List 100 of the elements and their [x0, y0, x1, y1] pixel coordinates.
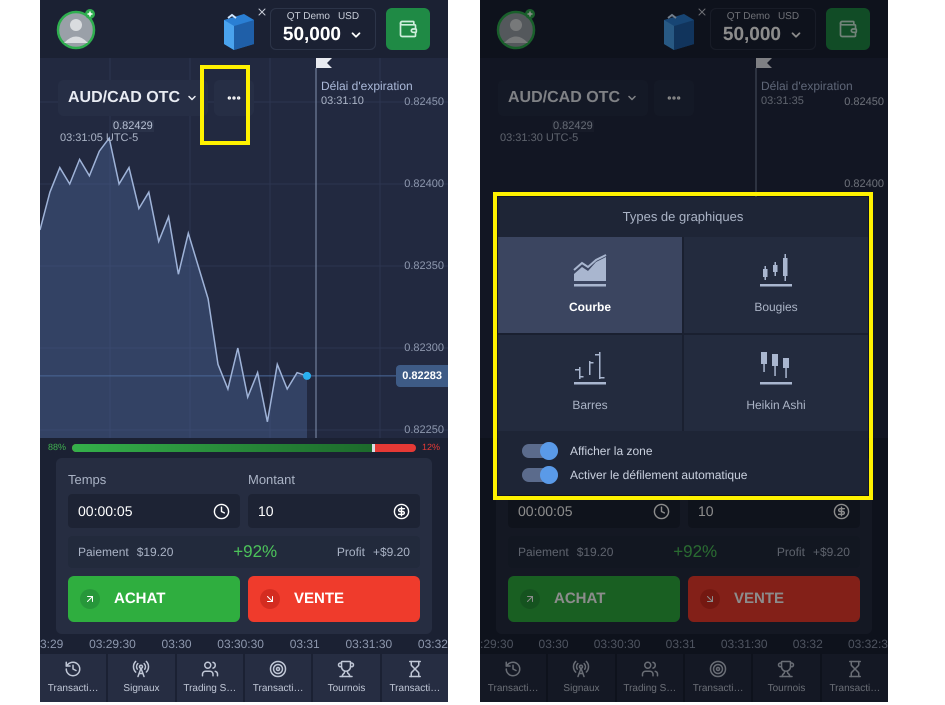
target-icon — [709, 660, 728, 678]
asset-selector[interactable]: AUD/CAD OTC — [58, 80, 208, 116]
crosshair-price: 0.82429 — [112, 120, 154, 132]
trophy-icon — [777, 660, 796, 678]
balance-selector[interactable]: QT Demo USD 50,000 — [270, 8, 376, 50]
price-axis-label: 0.82250 — [404, 423, 444, 437]
wallet-icon — [398, 19, 418, 39]
time-axis-label: :29:30 — [480, 636, 514, 653]
payout-amount: $19.20 — [576, 544, 614, 561]
arrow-down-right-icon — [260, 589, 280, 609]
balance-selector[interactable]: QT Demo USD 50,000 — [710, 8, 816, 50]
dollar-icon[interactable] — [393, 502, 410, 520]
nav-tab[interactable]: Trading S… — [176, 654, 243, 702]
account-label: QT Demo — [726, 11, 770, 23]
chart-type-option[interactable]: Barres — [498, 335, 682, 431]
balance-amount: 50,000 — [282, 23, 341, 47]
time-axis-label: 03:31 — [666, 636, 696, 653]
more-button[interactable] — [214, 80, 254, 116]
expiration-label: Délai d'expiration — [761, 79, 853, 94]
nav-tab[interactable]: Signaux — [108, 654, 175, 702]
balance-amount: 50,000 — [722, 23, 781, 47]
close-icon[interactable] — [256, 6, 268, 18]
trophy-icon — [337, 660, 356, 678]
time-axis-label: 03:32 — [792, 636, 823, 653]
time-axis-label: 03:31 — [290, 636, 320, 653]
antenna-icon — [572, 660, 590, 678]
arrow-down-right-icon — [700, 589, 720, 609]
nav-tab[interactable]: Transacti… — [685, 654, 752, 702]
crosshair-price: 0.82429 — [552, 120, 594, 132]
crosshair-time: 03:31:30 UTC-5 — [500, 132, 578, 145]
clock-icon[interactable] — [213, 502, 230, 520]
toggle-switch[interactable] — [522, 466, 558, 484]
account-label: QT Demo — [286, 11, 330, 23]
nav-tab[interactable]: Transacti… — [480, 654, 546, 702]
chart-type-option[interactable]: Bougies — [684, 237, 868, 333]
users-icon — [200, 660, 219, 678]
time-axis-label: 03:32:3 — [848, 636, 888, 653]
time-axis-label: 03:30:30 — [594, 636, 640, 653]
nav-tab[interactable]: Transacti… — [382, 654, 448, 702]
time-axis-label: 03:30 — [162, 636, 192, 653]
sell-button[interactable]: VENTE — [248, 576, 420, 622]
nav-tab[interactable]: Trading S… — [616, 654, 683, 702]
history-icon — [504, 660, 522, 678]
payout-amount: $19.20 — [136, 544, 174, 561]
sellers-percent: 12% — [422, 441, 440, 454]
time-axis-label: 03:30 — [538, 636, 569, 653]
ohlc-bars-icon — [572, 352, 608, 386]
time-axis-label: 03:29:30 — [89, 636, 136, 653]
toggle-label: Afficher la zone — [570, 443, 652, 460]
flag-icon — [756, 58, 772, 68]
expiration-label: Délai d'expiration — [321, 79, 413, 94]
time-axis-label: 03:31:30 — [720, 636, 768, 653]
profit-label: Profit — [776, 544, 805, 561]
nav-tab[interactable]: Transacti… — [822, 654, 888, 702]
nav-tab[interactable]: Transacti… — [245, 654, 312, 702]
currency-label: USD — [338, 11, 360, 23]
history-icon — [64, 660, 82, 678]
profit-amount: +$9.20 — [812, 544, 850, 561]
crosshair-time: 03:31:05 UTC-5 — [60, 132, 138, 145]
target-icon — [269, 660, 288, 678]
heikin-ashi-icon — [758, 352, 794, 386]
chart-type-option[interactable]: Heikin Ashi — [684, 335, 868, 431]
chart-type-option[interactable]: Courbe — [498, 237, 682, 333]
nav-tab[interactable]: Transacti… — [40, 654, 106, 702]
time-axis-label: 03:32 — [418, 636, 448, 653]
nav-tab[interactable]: Signaux — [548, 654, 615, 702]
payout-label: Paiement — [518, 544, 569, 561]
candlestick-icon — [758, 254, 794, 288]
wallet-button[interactable] — [386, 8, 430, 50]
arrow-up-right-icon — [520, 589, 540, 609]
amount-field[interactable]: 10 — [248, 494, 420, 528]
users-icon — [640, 660, 659, 678]
time-label: Temps — [68, 472, 106, 487]
price-axis-label: 0.82300 — [404, 341, 444, 355]
price-axis-label: 0.82450 — [844, 95, 884, 109]
avatar-icon[interactable] — [56, 8, 98, 50]
current-price-dot — [303, 372, 311, 380]
panel-title: Types de graphiques — [622, 208, 744, 226]
price-axis-label: 0.82400 — [844, 177, 884, 191]
price-axis-label: 0.82350 — [404, 259, 444, 273]
time-field[interactable]: 00:00:05 — [68, 494, 240, 528]
profit-label: Profit — [336, 544, 365, 561]
buyers-percent: 88% — [48, 441, 66, 454]
time-axis-label: 3:29 — [40, 636, 64, 653]
antenna-icon — [132, 660, 150, 678]
wallet-icon — [838, 19, 858, 39]
payout-label: Paiement — [78, 544, 129, 561]
price-axis-label: 0.82400 — [404, 177, 444, 191]
toggle-switch[interactable] — [522, 442, 558, 460]
payout-percent: +92% — [673, 541, 718, 564]
price-axis-label: 0.82450 — [404, 95, 444, 109]
wallet-button[interactable] — [826, 8, 870, 50]
flag-icon — [316, 58, 332, 68]
nav-tab[interactable]: Tournois — [313, 654, 380, 702]
time-axis-label: 03:30:30 — [217, 636, 264, 653]
profit-amount: +$9.20 — [372, 544, 410, 561]
nav-tab[interactable]: Tournois — [753, 654, 820, 702]
toggle-label: Activer le défilement automatique — [570, 467, 748, 484]
amount-label: Montant — [248, 472, 295, 487]
area-chart-icon — [572, 254, 608, 288]
